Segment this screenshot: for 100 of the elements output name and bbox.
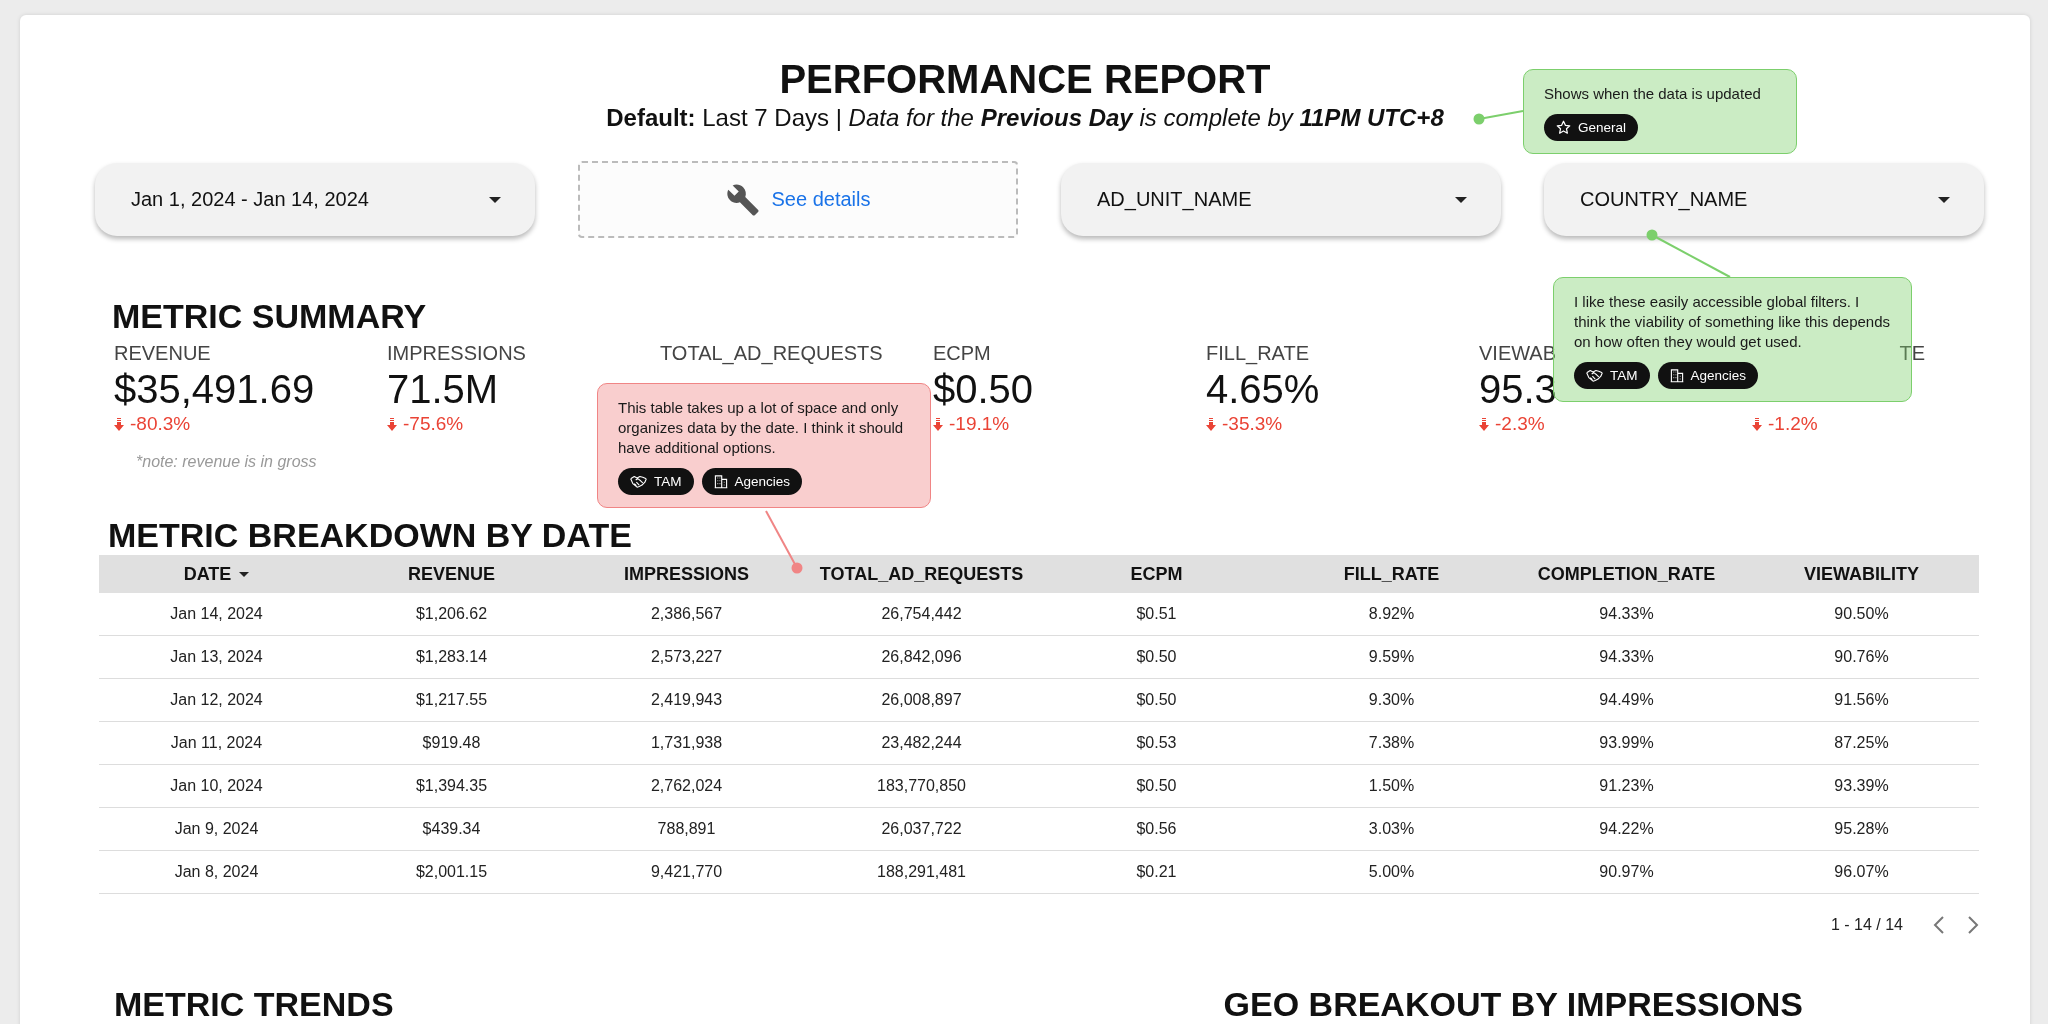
- table-cell-text: $919.48: [421, 733, 482, 753]
- table-cell-text: 96.07%: [1833, 862, 1890, 882]
- previous-page-button[interactable]: [1933, 916, 1945, 934]
- comment-text: I like these easily accessible global filters. I think the viability of something like this depends on how often they would get used.: [1574, 292, 1891, 352]
- section-heading: GEO BREAKOUT BY IMPRESSIONS: [1223, 984, 1803, 1024]
- star-icon: [1556, 120, 1571, 135]
- table-cell-text: $1,206.62: [414, 604, 489, 624]
- table-cell-text: Jan 10, 2024: [169, 776, 264, 796]
- metric-value: 95.3: [1479, 366, 1557, 413]
- table-cell-text: 2,419,943: [649, 690, 724, 710]
- caret-icon: [489, 196, 501, 203]
- table-cell-text: 1,731,938: [649, 733, 724, 753]
- comment-tag: TAM: [1574, 362, 1650, 389]
- table-cell-text: 26,754,442: [880, 604, 963, 624]
- metric-value: 4.65%: [1206, 366, 1320, 413]
- comment-tag: General: [1544, 114, 1639, 141]
- table-cell-text: $0.51: [1135, 604, 1178, 624]
- table-cell-text: 90.76%: [1833, 647, 1890, 667]
- column-header[interactable]: TOTAL_AD_REQUESTS: [819, 563, 1024, 585]
- table-cell-text: 3.03%: [1367, 819, 1416, 839]
- metric-value: $35,491.69: [114, 366, 315, 413]
- table-cell-text: $1,283.14: [414, 647, 489, 667]
- table-cell-text: 2,573,227: [649, 647, 724, 667]
- table-cell-text: 90.97%: [1598, 862, 1655, 882]
- table-cell-text: 91.56%: [1833, 690, 1890, 710]
- table-cell-text: 26,008,897: [880, 690, 963, 710]
- table-cell-text: Jan 12, 2024: [169, 690, 264, 710]
- metric-change: -19.1%: [933, 413, 1010, 435]
- section-heading: METRIC SUMMARY: [112, 296, 427, 336]
- metric-change: -75.6%: [387, 413, 464, 435]
- sort-down-icon: [239, 571, 250, 577]
- table-cell-text: $0.50: [1135, 647, 1178, 667]
- next-page-button[interactable]: [1967, 916, 1979, 934]
- down-arrow-icon: [933, 417, 943, 431]
- table-cell-text: 7.38%: [1367, 733, 1416, 753]
- report-title: PERFORMANCE REPORT: [779, 56, 1271, 103]
- table-cell-text: $439.34: [421, 819, 482, 839]
- pagination-text: 1 - 14 / 14: [1830, 916, 1903, 934]
- revenue-note: *note: revenue is in gross: [136, 452, 317, 472]
- table-cell-text: $0.56: [1135, 819, 1178, 839]
- comment-text: This table takes up a lot of space and only organizes data by the date. I think it should have additional options.: [618, 398, 905, 458]
- building-icon: [1669, 368, 1684, 383]
- column-header[interactable]: REVENUE: [408, 563, 495, 585]
- comment-tag: TAM: [618, 468, 694, 495]
- table-cell-text: Jan 8, 2024: [173, 862, 260, 882]
- table-cell-text: $1,217.55: [414, 690, 489, 710]
- table-cell-text: 94.33%: [1598, 647, 1655, 667]
- metric-change: -2.3%: [1479, 413, 1545, 435]
- metric-value: $0.50: [933, 366, 1034, 413]
- comment-tag: Agencies: [1657, 362, 1759, 389]
- down-arrow-icon: [387, 417, 397, 431]
- section-heading: METRIC BREAKDOWN BY DATE: [108, 515, 632, 555]
- table-cell-text: Jan 13, 2024: [169, 647, 264, 667]
- table-cell-text: 8.92%: [1367, 604, 1416, 624]
- table-cell-text: 94.49%: [1598, 690, 1655, 710]
- table-cell-text: 93.39%: [1833, 776, 1890, 796]
- column-header[interactable]: ECPM: [1130, 563, 1183, 585]
- table-cell-text: 91.23%: [1598, 776, 1655, 796]
- table-cell-text: Jan 11, 2024: [169, 733, 264, 753]
- handshake-icon: [630, 475, 647, 488]
- table-cell-text: $0.53: [1135, 733, 1178, 753]
- column-header[interactable]: FILL_RATE: [1343, 563, 1440, 585]
- down-arrow-icon: [1752, 417, 1762, 431]
- table-cell-text: 94.33%: [1598, 604, 1655, 624]
- table-cell-text: 94.22%: [1598, 819, 1655, 839]
- leader-line: [1473, 110, 1524, 125]
- metric-change: -1.2%: [1752, 413, 1818, 435]
- column-header[interactable]: DATE: [183, 563, 250, 585]
- filter-dropdown[interactable]: AD_UNIT_NAME: [1061, 163, 1501, 236]
- column-header[interactable]: IMPRESSIONS: [624, 563, 749, 585]
- column-header[interactable]: COMPLETION_RATE: [1537, 563, 1716, 585]
- table-cell-text: $0.50: [1135, 776, 1178, 796]
- column-header[interactable]: VIEWABILITY: [1804, 563, 1919, 585]
- down-arrow-icon: [1479, 417, 1489, 431]
- metric-label: TOTAL_AD_REQUESTS: [660, 341, 883, 365]
- report-subtitle: Default: Last 7 Days | Data for the Previous Day is complete by 11PM UTC+8: [606, 103, 1444, 133]
- comment-text: Shows when the data is updated: [1544, 84, 1762, 104]
- filter-dropdown[interactable]: Jan 1, 2024 - Jan 14, 2024: [95, 163, 535, 236]
- table-cell-text: 2,762,024: [649, 776, 724, 796]
- metric-label: ECPM: [933, 341, 991, 365]
- metric-label: FILL_RATE: [1206, 341, 1309, 365]
- table-cell-text: 788,891: [656, 819, 717, 839]
- down-arrow-icon: [114, 417, 124, 431]
- filter-dropdown[interactable]: COUNTRY_NAME: [1544, 163, 1984, 236]
- table-cell-text: 188,291,481: [876, 862, 967, 882]
- wrench-icon: [725, 182, 760, 217]
- table-cell-text: Jan 14, 2024: [169, 604, 264, 624]
- table-cell-text: 26,037,722: [880, 819, 963, 839]
- comment-tag: Agencies: [701, 468, 803, 495]
- table-cell-text: 95.28%: [1833, 819, 1890, 839]
- table-cell-text: Jan 9, 2024: [173, 819, 260, 839]
- table-cell-text: $2,001.15: [414, 862, 489, 882]
- metric-label: IMPRESSIONS: [387, 341, 526, 365]
- table-cell-text: 2,386,567: [649, 604, 724, 624]
- table-cell-text: 93.99%: [1598, 733, 1655, 753]
- down-arrow-icon: [1206, 417, 1216, 431]
- see-details-link[interactable]: See details: [578, 161, 1018, 238]
- caret-icon: [1938, 196, 1950, 203]
- handshake-icon: [1586, 369, 1603, 382]
- metric-label: REVENUE: [114, 341, 211, 365]
